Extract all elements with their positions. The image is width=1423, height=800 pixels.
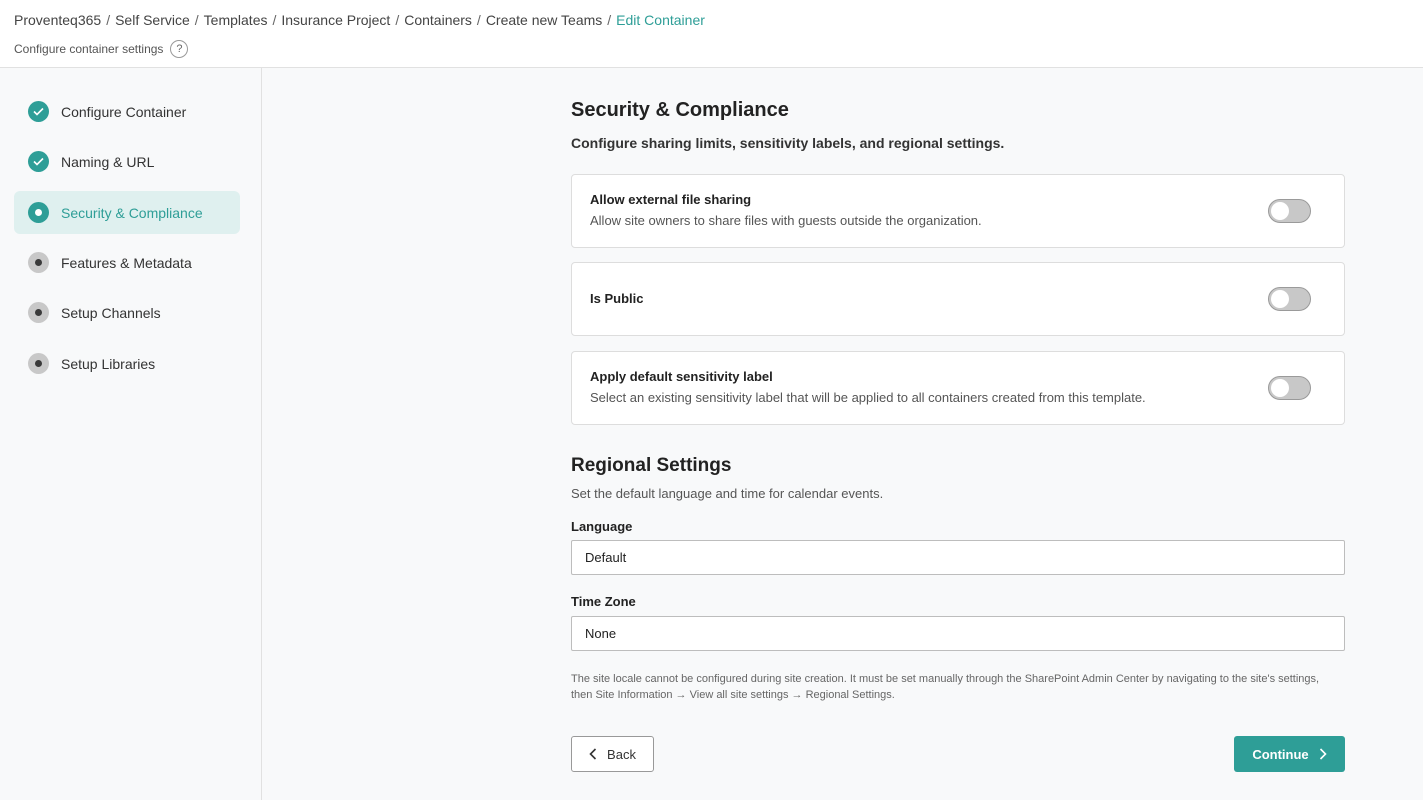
breadcrumb-item-templates[interactable]: Templates [204, 12, 268, 28]
step-label: Naming & URL [61, 153, 155, 170]
current-step-icon [28, 202, 49, 223]
continue-button-label: Continue [1252, 746, 1309, 762]
main-content: Security & Compliance Configure sharing … [262, 68, 1423, 800]
external-sharing-card: Allow external file sharing Allow site o… [571, 174, 1345, 248]
help-icon[interactable]: ? [170, 40, 189, 58]
step-label: Security & Compliance [61, 204, 203, 221]
language-field[interactable] [571, 540, 1345, 575]
breadcrumb-item-create-new-teams[interactable]: Create new Teams [486, 12, 602, 28]
sensitivity-label-card: Apply default sensitivity label Select a… [571, 351, 1345, 425]
sensitivity-label-toggle[interactable] [1268, 376, 1311, 400]
step-label: Configure Container [61, 103, 187, 120]
back-button[interactable]: Back [571, 736, 654, 772]
breadcrumb-item-proventeq365[interactable]: Proventeq365 [14, 12, 101, 28]
locale-note: The site locale cannot be configured dur… [571, 673, 1320, 701]
step-configure-container[interactable]: Configure Container [14, 90, 240, 133]
toggle-knob [1271, 379, 1289, 397]
option-description: Select an existing sensitivity label tha… [590, 390, 1146, 405]
option-title: Apply default sensitivity label [590, 369, 773, 384]
breadcrumb-item-containers[interactable]: Containers [404, 12, 472, 28]
step-label: Setup Channels [61, 304, 161, 321]
toggle-knob [1271, 202, 1289, 220]
external-sharing-toggle[interactable] [1268, 199, 1311, 223]
step-label: Features & Metadata [61, 254, 192, 271]
breadcrumb-item-insurance-project[interactable]: Insurance Project [281, 12, 390, 28]
step-security-compliance[interactable]: Security & Compliance [14, 191, 240, 234]
page-subtitle: Configure container settings ? [14, 40, 189, 58]
timezone-field[interactable] [571, 616, 1345, 651]
option-description: Allow site owners to share files with gu… [590, 213, 982, 228]
chevron-left-icon [589, 748, 597, 760]
breadcrumb-separator: / [476, 12, 481, 28]
page-subtitle-text: Configure container settings [14, 42, 164, 56]
timezone-label: Time Zone [571, 594, 636, 609]
toggle-knob [1271, 290, 1289, 308]
regional-section-description: Set the default language and time for ca… [571, 486, 884, 501]
step-setup-libraries[interactable]: Setup Libraries [14, 342, 240, 385]
check-icon [28, 151, 49, 172]
wizard-steps-sidebar: Configure Container Naming & URL Securit… [0, 68, 262, 800]
breadcrumb-separator: / [607, 12, 612, 28]
page-header: Proventeq365/Self Service / Templates / Insu… [0, 0, 1423, 68]
security-section-title: Security & Compliance [571, 99, 789, 121]
breadcrumb: Proventeq365/Self Service / Templates / Insu… [14, 12, 705, 28]
is-public-card: Is Public [571, 262, 1345, 336]
pending-step-icon [28, 302, 49, 323]
step-features-metadata[interactable]: Features & Metadata [14, 241, 240, 284]
breadcrumb-separator: / [395, 12, 400, 28]
security-section-description: Configure sharing limits, sensitivity la… [571, 135, 1005, 151]
chevron-right-icon [1319, 748, 1327, 760]
continue-button[interactable]: Continue [1234, 736, 1345, 772]
step-naming-url[interactable]: Naming & URL [14, 140, 240, 183]
pending-step-icon [28, 353, 49, 374]
back-button-label: Back [607, 746, 636, 762]
option-title: Is Public [590, 291, 644, 306]
breadcrumb-separator: / [272, 12, 277, 28]
breadcrumb-item-edit-container: Edit Container [616, 12, 705, 28]
breadcrumb-separator: / [106, 12, 111, 28]
breadcrumb-separator: / [194, 12, 199, 28]
pending-step-icon [28, 252, 49, 273]
option-title: Allow external file sharing [590, 192, 752, 207]
step-label: Setup Libraries [61, 355, 156, 372]
check-icon [28, 101, 49, 122]
language-label: Language [571, 519, 633, 534]
breadcrumb-item-self-service[interactable]: Self Service [115, 12, 190, 28]
is-public-toggle[interactable] [1268, 287, 1311, 311]
step-setup-channels[interactable]: Setup Channels [14, 291, 240, 334]
regional-section-title: Regional Settings [571, 455, 732, 476]
